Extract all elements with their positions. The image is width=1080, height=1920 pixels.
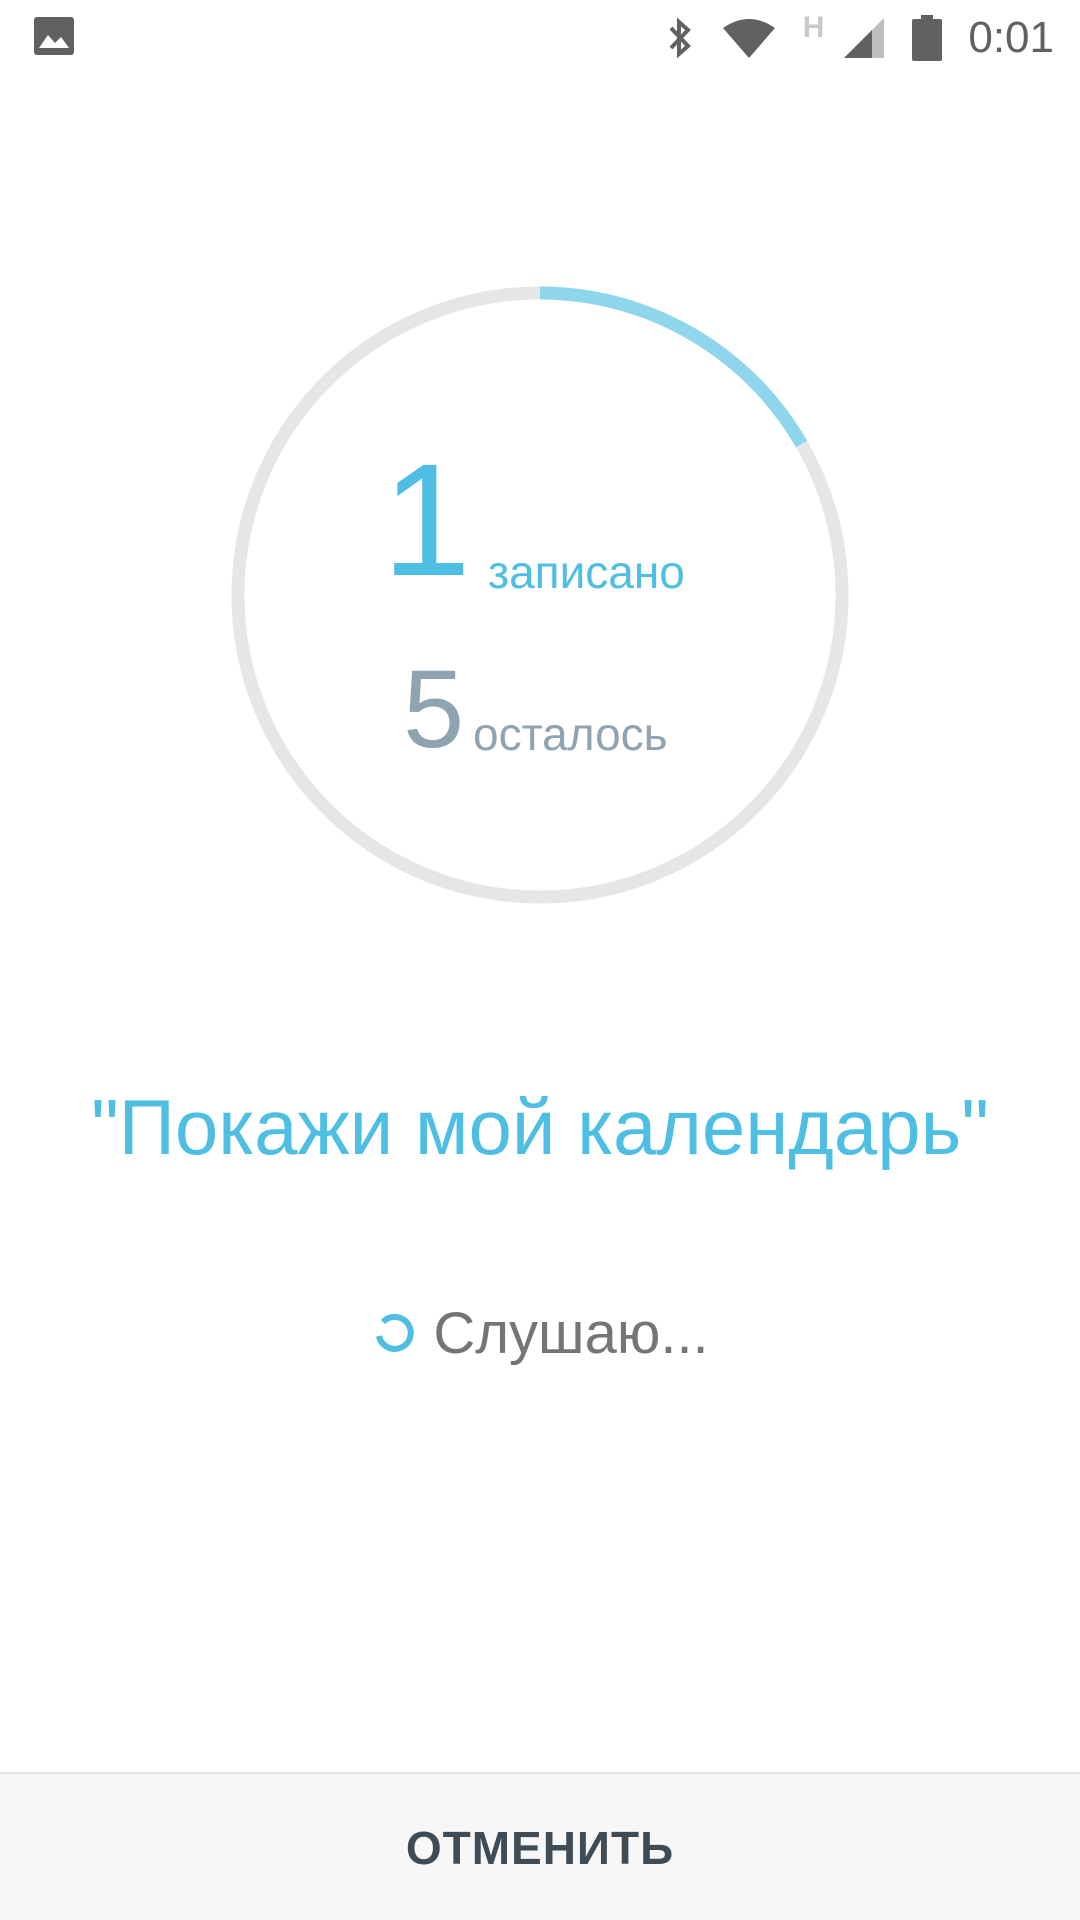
image-icon [34,17,74,55]
recorded-label: записано [488,546,685,598]
network-type-label: H [802,10,825,44]
remaining-label: осталось [473,708,668,760]
wifi-icon [722,18,775,58]
cell-signal-icon [844,17,885,58]
remaining-count: 5 [403,648,465,771]
voice-enrollment-screen: H 0:01 1 записано 5 осталось "Покажи мой… [0,0,1080,1920]
cancel-button[interactable]: ОТМЕНИТЬ [0,1774,1080,1920]
status-time: 0:01 [968,12,1054,62]
listening-status: Слушаю... [0,1300,1080,1367]
listening-label: Слушаю... [433,1301,709,1366]
loading-spinner-icon [376,1313,414,1352]
progress-ring-fill [539,286,808,448]
prompt-phrase: "Покажи мой календарь" [91,1083,989,1171]
battery-icon [912,14,943,61]
recorded-count: 1 [382,430,471,609]
bluetooth-icon [669,17,691,58]
bottom-action-bar: ОТМЕНИТЬ [0,1772,1080,1920]
status-icons: H 0:01 [665,0,1054,75]
status-bar: H 0:01 [0,0,1080,75]
